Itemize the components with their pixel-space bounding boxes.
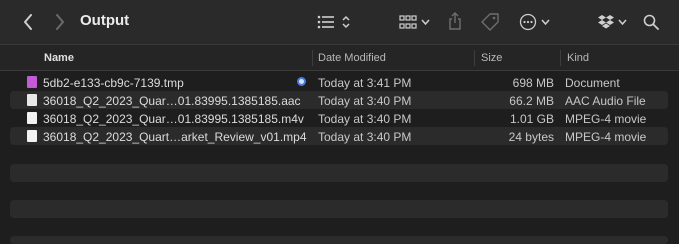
file-row[interactable]: 36018_Q2_2023_Quar…01.83995.1385185.aac … [10,91,668,109]
dropbox-button[interactable] [594,11,630,33]
file-kind: MPEG-4 movie [565,112,647,126]
file-date: Today at 3:40 PM [318,112,412,126]
file-date: Today at 3:41 PM [318,76,412,90]
file-name: 36018_Q2_2023_Quar…01.83995.1385185.aac [43,94,301,108]
empty-row [10,236,668,244]
tag-icon [481,13,499,31]
file-size: 66.2 MB [509,94,554,108]
audio-file-icon [27,94,37,106]
window-title: Output [80,12,130,29]
ellipsis-circle-icon [519,13,536,31]
chevron-down-icon [540,19,550,25]
dropbox-icon [597,15,614,29]
column-size-header[interactable]: Size [481,52,502,64]
chevron-left-icon [24,14,32,30]
sync-status-icon [297,77,306,86]
file-row[interactable]: 36018_Q2_2023_Quar…01.83995.1385185.m4v … [10,109,668,127]
file-name: 36018_Q2_2023_Quart…arket_Review_v01.mp4 [43,130,307,144]
file-kind: Document [565,76,620,90]
file-list: 5db2-e133-cb9c-7139.tmp Today at 3:41 PM… [10,73,668,145]
file-size: 698 MB [512,76,554,90]
toolbar: Output [0,0,679,44]
search-button[interactable] [640,11,662,33]
movie-file-icon [27,112,37,124]
chevron-down-icon [420,19,430,25]
file-row[interactable]: 5db2-e133-cb9c-7139.tmp Today at 3:41 PM… [10,73,668,91]
tag-button[interactable] [479,11,501,33]
file-date: Today at 3:40 PM [318,130,412,144]
file-size: 24 bytes [508,130,554,144]
column-divider[interactable] [560,50,561,66]
file-name: 36018_Q2_2023_Quar…01.83995.1385185.m4v [43,112,304,126]
column-date-header[interactable]: Date Modified [318,52,386,64]
chevron-right-icon [56,14,64,30]
sort-icon [342,15,350,29]
forward-button[interactable] [50,11,70,33]
file-row[interactable]: 36018_Q2_2023_Quart…arket_Review_v01.mp4… [10,127,668,145]
document-icon [27,76,37,88]
file-kind: AAC Audio File [565,94,646,108]
movie-file-icon [27,130,37,142]
view-options-button[interactable] [314,12,354,32]
chevron-down-icon [617,19,627,25]
more-actions-button[interactable] [516,11,552,33]
column-header: Name Date Modified Size Kind [0,44,679,71]
file-kind: MPEG-4 movie [565,130,647,144]
list-icon [317,15,334,29]
file-date: Today at 3:40 PM [318,94,412,108]
column-divider[interactable] [474,50,475,66]
file-name: 5db2-e133-cb9c-7139.tmp [43,76,184,90]
back-button[interactable] [18,11,38,33]
share-button[interactable] [445,10,465,32]
empty-row [10,200,668,218]
share-icon [449,12,461,30]
search-icon [643,14,659,30]
file-size: 1.01 GB [509,112,554,126]
column-name-header[interactable]: Name [44,52,74,64]
grid-icon [398,15,417,29]
group-button[interactable] [395,12,433,32]
column-kind-header[interactable]: Kind [567,52,589,64]
empty-row [10,164,668,182]
column-divider[interactable] [312,50,313,66]
